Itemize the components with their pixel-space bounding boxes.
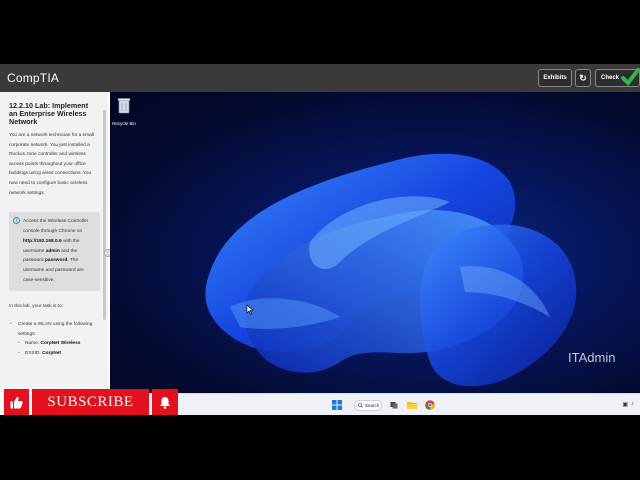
password-value: password <box>44 258 68 264</box>
youtube-overlay: SUBSCRIBE <box>4 389 178 415</box>
lab-window: CompTIA Exhibits ↻ Check 12.2.10 Lab: Im… <box>0 64 640 415</box>
recycle-bin-label: Recycle Bin <box>112 121 136 126</box>
network-icon[interactable]: ▣ <box>622 401 628 408</box>
notification-bell-button[interactable] <box>152 389 178 415</box>
refresh-icon: ↻ <box>579 72 587 83</box>
task-subitem: ESSID: CorpNet <box>9 349 96 359</box>
taskbar-search[interactable]: Search <box>354 400 382 411</box>
windows-taskbar: Search ▣ ♪ <box>110 393 640 415</box>
checkmark-icon <box>621 68 640 87</box>
windows-desktop: Recycle Bin ITAdmin <box>110 92 640 393</box>
exhibits-button[interactable]: Exhibits <box>538 69 572 87</box>
task-subitem: Name: CorpNet Wireless <box>9 339 96 349</box>
username-value: admin <box>45 248 60 254</box>
chrome-icon[interactable] <box>425 400 435 410</box>
volume-icon[interactable]: ♪ <box>631 401 634 408</box>
check-button-label: Check <box>601 75 620 81</box>
search-icon <box>358 403 363 408</box>
bloom-wallpaper <box>205 153 577 387</box>
recycle-bin-icon <box>117 98 131 114</box>
recycle-bin[interactable]: Recycle Bin <box>112 97 136 126</box>
search-label: Search <box>365 403 380 408</box>
itadmin-watermark: ITAdmin <box>568 350 616 365</box>
file-explorer-icon[interactable] <box>407 401 417 409</box>
info-icon: i <box>13 217 20 225</box>
task-item: Create a WLAN using the following settin… <box>9 320 96 340</box>
mouse-cursor-icon <box>246 304 254 315</box>
windows-start-icon[interactable] <box>332 400 342 410</box>
lab-description: You are a network technician for a small… <box>9 133 94 196</box>
console-url: http://192.168.0.6 <box>23 238 62 244</box>
task-view-icon[interactable] <box>390 401 398 409</box>
subscribe-button[interactable]: SUBSCRIBE <box>32 389 149 415</box>
info-note: i Access the Wireless Controller console… <box>9 212 100 291</box>
refresh-button[interactable]: ↻ <box>575 69 591 87</box>
info-note-text: Access the Wireless Controller console t… <box>23 219 89 283</box>
like-button[interactable] <box>4 389 29 415</box>
comptia-logo: CompTIA <box>7 71 60 85</box>
instructions-panel: 12.2.10 Lab: Implement an Enterprise Wir… <box>0 92 108 392</box>
panel-scrollbar[interactable] <box>103 110 106 320</box>
app-header: CompTIA Exhibits ↻ Check <box>0 64 640 92</box>
lab-title: 12.2.10 Lab: Implement an Enterprise Wir… <box>9 101 89 126</box>
system-tray: ▣ ♪ <box>622 401 634 408</box>
bell-icon <box>160 396 170 409</box>
task-intro: In this lab, your task is to: <box>9 303 64 309</box>
thumbs-up-icon <box>10 396 23 408</box>
